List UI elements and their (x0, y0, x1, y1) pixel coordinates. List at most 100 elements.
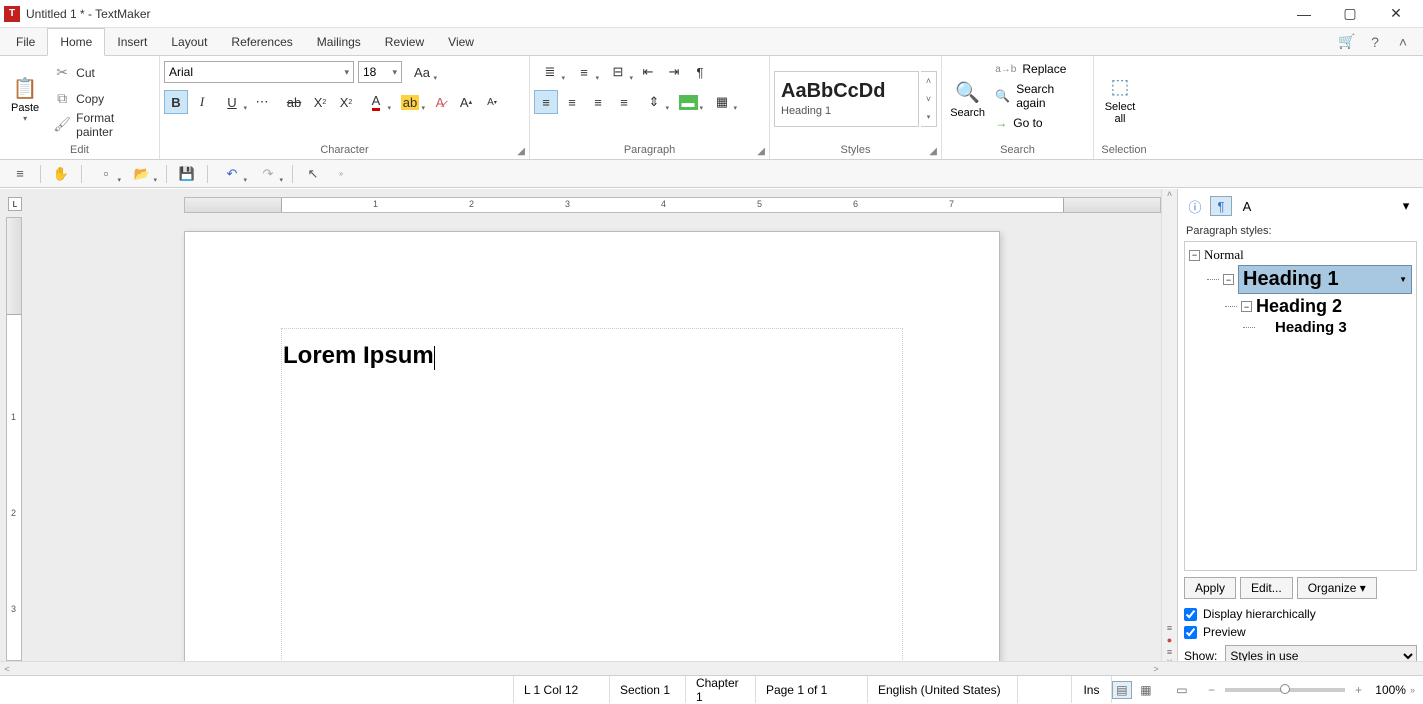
style-heading-1[interactable]: Heading 1▼ (1238, 265, 1412, 294)
paragraph-marks-button[interactable]: ¶ (688, 60, 712, 84)
search-again-button[interactable]: 🔍Search again (991, 80, 1089, 112)
goto-button[interactable]: →Go to (991, 114, 1089, 132)
style-dropdown-icon[interactable]: ▼ (1399, 275, 1407, 284)
organize-styles-button[interactable]: Organize ▾ (1297, 577, 1377, 599)
paragraph-launcher-icon[interactable]: ◢ (757, 146, 765, 157)
status-chapter[interactable]: Chapter 1 (686, 676, 756, 703)
copy-button[interactable]: ⧉Copy (48, 87, 155, 111)
zoom-out-button[interactable]: − (1208, 683, 1215, 697)
zoom-in-button[interactable]: + (1355, 683, 1362, 697)
tree-toggle-icon[interactable]: − (1189, 250, 1200, 261)
edit-style-button[interactable]: Edit... (1240, 577, 1293, 599)
prev-page-icon[interactable]: ≡ (1167, 623, 1172, 633)
hamburger-icon[interactable]: ≡ (8, 162, 32, 186)
font-name-select[interactable]: Arial▾ (164, 61, 354, 83)
decrease-indent-button[interactable]: ⇤ (636, 60, 660, 84)
menu-layout[interactable]: Layout (159, 29, 219, 55)
line-spacing-button[interactable]: ⇕▾ (638, 90, 670, 114)
font-size-select[interactable]: 18▾ (358, 61, 402, 83)
bullets-button[interactable]: ≣▾ (534, 60, 566, 84)
horizontal-ruler[interactable]: 1 2 3 4 5 6 7 (184, 197, 1161, 213)
justify-button[interactable]: ≡ (612, 90, 636, 114)
scroll-right-icon[interactable]: ˃ (1149, 664, 1163, 674)
tree-toggle-icon[interactable]: − (1223, 274, 1234, 285)
search-button[interactable]: 🔍 Search (946, 60, 989, 137)
paragraph-tab-icon[interactable]: ¶ (1210, 196, 1232, 216)
status-page[interactable]: Page 1 of 1 (756, 676, 868, 703)
horizontal-scrollbar[interactable]: ˂ ˃ (0, 661, 1423, 675)
zoom-slider[interactable] (1225, 688, 1345, 692)
info-tab-icon[interactable]: ⓘ (1184, 196, 1206, 216)
menu-mailings[interactable]: Mailings (305, 29, 373, 55)
style-heading-3[interactable]: Heading 3 (1275, 319, 1347, 336)
view-master-icon[interactable]: ▦ (1136, 681, 1156, 699)
cursor-icon[interactable]: ↖ (301, 162, 325, 186)
ruler-corner[interactable]: L (8, 197, 22, 211)
panel-menu-icon[interactable]: ▾ (1395, 196, 1417, 216)
style-heading-2[interactable]: Heading 2 (1256, 296, 1342, 317)
status-insert-mode[interactable]: Ins (1072, 676, 1112, 703)
clear-formatting-button[interactable]: A̷ (428, 90, 452, 114)
style-normal[interactable]: Normal (1204, 247, 1244, 263)
chevron-up-icon[interactable]: ˄ (921, 76, 936, 86)
chevron-expand-icon[interactable]: ▾ (921, 113, 936, 121)
cart-icon[interactable]: 🛒 (1339, 34, 1355, 50)
help-icon[interactable]: ? (1367, 34, 1383, 50)
character-tab-icon[interactable]: A (1236, 196, 1258, 216)
status-language[interactable]: English (United States) (868, 676, 1018, 703)
chevron-down-icon[interactable]: ˅ (921, 94, 936, 104)
cut-button[interactable]: ✂Cut (48, 61, 155, 85)
zoom-level[interactable]: 100% (1366, 683, 1406, 697)
hand-tool-icon[interactable]: ✋ (49, 162, 73, 186)
zoom-more-icon[interactable]: » (1410, 685, 1415, 695)
styles-launcher-icon[interactable]: ◢ (929, 146, 937, 157)
next-page-icon[interactable]: ≡ (1167, 647, 1172, 657)
qat-more-icon[interactable]: » (329, 162, 353, 186)
status-position[interactable]: L 1 Col 12 (514, 676, 610, 703)
italic-button[interactable]: I (190, 90, 214, 114)
open-doc-button[interactable]: 📂▾ (126, 162, 158, 186)
replace-button[interactable]: a→bReplace (991, 60, 1089, 78)
style-preview[interactable]: AaBbCcDd Heading 1 (774, 71, 919, 127)
status-section[interactable]: Section 1 (610, 676, 686, 703)
change-case-button[interactable]: Aa▾ (406, 60, 438, 84)
align-center-button[interactable]: ≡ (560, 90, 584, 114)
style-gallery-scroll[interactable]: ˄ ˅ ▾ (921, 71, 937, 127)
scroll-up-icon[interactable]: ˄ (1162, 189, 1177, 205)
numbering-button[interactable]: ≡▾ (568, 60, 600, 84)
scroll-left-icon[interactable]: ˂ (0, 664, 14, 674)
borders-button[interactable]: ▦▾ (706, 90, 738, 114)
preview-checkbox[interactable]: Preview (1184, 623, 1417, 641)
collapse-ribbon-icon[interactable]: ˄ (1395, 34, 1411, 50)
superscript-button[interactable]: X2 (334, 90, 358, 114)
ellipsis-button[interactable]: ⋯ (250, 90, 274, 114)
strikethrough-button[interactable]: ab (282, 90, 306, 114)
multilevel-list-button[interactable]: ⊟▾ (602, 60, 634, 84)
grow-font-button[interactable]: A▴ (454, 90, 478, 114)
menu-insert[interactable]: Insert (105, 29, 159, 55)
menu-view[interactable]: View (436, 29, 486, 55)
minimize-button[interactable]: — (1281, 0, 1327, 28)
align-left-button[interactable]: ≡ (534, 90, 558, 114)
menu-home[interactable]: Home (47, 28, 105, 56)
new-doc-button[interactable]: ▫▾ (90, 162, 122, 186)
menu-file[interactable]: File (4, 29, 47, 55)
menu-review[interactable]: Review (373, 29, 436, 55)
subscript-button[interactable]: X2 (308, 90, 332, 114)
document-heading-text[interactable]: Lorem Ipsum (283, 342, 435, 370)
view-outline-icon[interactable]: ▭ (1172, 681, 1192, 699)
paste-button[interactable]: 📋 Paste ▾ (4, 60, 46, 137)
menu-references[interactable]: References (219, 29, 304, 55)
vertical-scrollbar[interactable]: ˄ ≡ ● ≡ ˅ (1161, 189, 1177, 673)
font-color-button[interactable]: A▾ (360, 90, 392, 114)
tree-toggle-icon[interactable]: − (1241, 301, 1252, 312)
select-all-button[interactable]: ⬚ Select all (1098, 60, 1142, 137)
highlight-color-button[interactable]: ab▾ (394, 90, 426, 114)
apply-style-button[interactable]: Apply (1184, 577, 1236, 599)
document-page[interactable]: Lorem Ipsum (184, 231, 1000, 673)
align-right-button[interactable]: ≡ (586, 90, 610, 114)
redo-button[interactable]: ↷▾ (252, 162, 284, 186)
shading-button[interactable]: ▬▾ (672, 90, 704, 114)
increase-indent-button[interactable]: ⇥ (662, 60, 686, 84)
goto-marker-icon[interactable]: ● (1167, 635, 1172, 645)
